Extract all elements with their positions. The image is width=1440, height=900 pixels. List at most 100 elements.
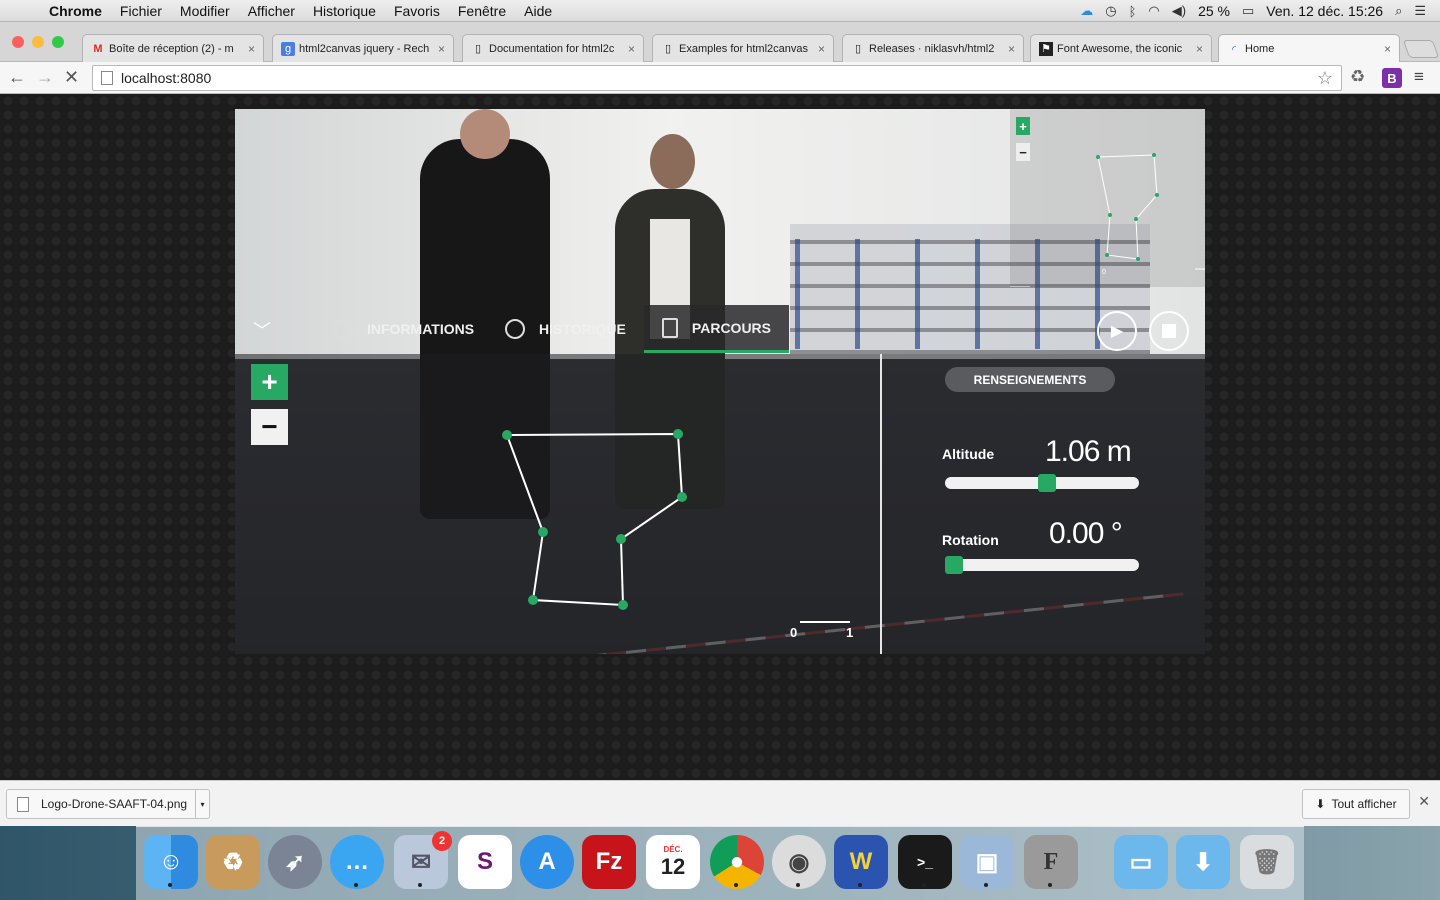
time-machine-icon[interactable]: ◷ xyxy=(1105,3,1116,19)
battery-percent[interactable]: 25 % xyxy=(1198,3,1230,19)
play-button[interactable]: ▶ xyxy=(1097,311,1137,351)
calendar-day: 12 xyxy=(660,853,686,879)
address-bar[interactable]: localhost:8080 ☆ xyxy=(92,65,1342,91)
close-tab-icon[interactable]: × xyxy=(628,42,635,56)
back-icon[interactable]: ← xyxy=(8,67,26,88)
tab-title: Home xyxy=(1245,43,1275,55)
altitude-slider-thumb[interactable] xyxy=(1038,474,1057,492)
maximize-window-button[interactable] xyxy=(52,36,64,48)
show-all-label: Tout afficher xyxy=(1331,797,1397,811)
fontforge-icon[interactable]: F xyxy=(1024,835,1078,889)
download-filename[interactable]: Logo-Drone-SAAFT-04.png xyxy=(41,797,187,811)
app-store-icon[interactable]: A xyxy=(520,835,574,889)
finder-icon[interactable]: ☺ xyxy=(144,835,198,889)
minimize-window-button[interactable] xyxy=(32,36,44,48)
stop-icon xyxy=(1162,324,1176,338)
mail-badge: 2 xyxy=(432,831,452,851)
tab-title: Font Awesome, the iconic xyxy=(1057,42,1183,55)
folder-icon[interactable]: ▭ xyxy=(1114,835,1168,889)
tab-examples[interactable]: ▯ Examples for html2canvas × xyxy=(652,34,834,62)
calendar-icon[interactable]: DÉC. 12 xyxy=(646,835,700,889)
recycle-extension-icon[interactable]: ♻ xyxy=(1350,67,1365,87)
wifi-icon[interactable]: ◠ xyxy=(1148,3,1159,19)
tab-gmail[interactable]: M Boîte de réception (2) - m × xyxy=(82,34,264,62)
archive-icon[interactable]: ♻ xyxy=(206,835,260,889)
bookmark-star-icon[interactable]: ☆ xyxy=(1317,68,1333,89)
new-tab-button[interactable] xyxy=(1402,40,1440,58)
download-menu-arrow-icon[interactable]: ▾ xyxy=(195,790,209,818)
virtualbox-icon[interactable]: ▣ xyxy=(960,835,1014,889)
document-icon: ▯ xyxy=(474,43,482,55)
clock[interactable]: Ven. 12 déc. 15:26 xyxy=(1266,3,1383,19)
sequel-pro-icon[interactable]: ◉ xyxy=(772,835,826,889)
tab-parcours[interactable]: PARCOURS xyxy=(644,305,789,353)
download-arrow-icon: ⬇ xyxy=(1315,797,1326,811)
notification-center-icon[interactable]: ☰ xyxy=(1414,3,1426,19)
trash-icon[interactable]: 🗑 xyxy=(1240,835,1294,889)
close-tab-icon[interactable]: × xyxy=(1008,42,1015,56)
tab-label: HISTORIQUE xyxy=(539,321,626,337)
tab-documentation[interactable]: ▯ Documentation for html2c × xyxy=(462,34,644,62)
close-tab-icon[interactable]: × xyxy=(1196,42,1203,56)
filezilla-icon[interactable]: Fz xyxy=(582,835,636,889)
rotation-slider-thumb[interactable] xyxy=(945,556,963,574)
slack-icon[interactable]: S xyxy=(458,835,512,889)
menu-fenetre[interactable]: Fenêtre xyxy=(449,3,515,19)
rotation-slider[interactable] xyxy=(945,556,1139,574)
download-item[interactable]: Logo-Drone-SAAFT-04.png ▾ xyxy=(6,789,210,819)
mail-icon[interactable]: ✉ 2 xyxy=(394,831,452,889)
window-controls xyxy=(12,36,64,48)
bootstrap-extension-icon[interactable]: B xyxy=(1382,68,1402,88)
rocket-icon[interactable]: ➶ xyxy=(268,835,322,889)
tab-informations[interactable]: INFORMATIONS xyxy=(323,305,484,353)
url-text[interactable]: localhost:8080 xyxy=(121,70,211,86)
chrome-menu-icon[interactable]: ≡ xyxy=(1414,67,1424,87)
menu-favoris[interactable]: Favoris xyxy=(385,3,449,19)
minimap[interactable]: + − 0 xyxy=(1010,109,1205,287)
altitude-slider[interactable] xyxy=(945,474,1139,492)
messages-icon[interactable]: … xyxy=(330,835,384,889)
minimap-scale-label: 0 xyxy=(1102,269,1106,276)
menu-aide[interactable]: Aide xyxy=(515,3,561,19)
tab-title: Boîte de réception (2) - m xyxy=(109,42,234,55)
show-all-downloads-button[interactable]: ⬇ Tout afficher xyxy=(1302,789,1410,819)
mac-menubar: Chrome Fichier Modifier Afficher Histori… xyxy=(0,0,1440,22)
tab-home[interactable]: ◜ Home × xyxy=(1218,34,1400,63)
renseignements-button[interactable]: RENSEIGNEMENTS xyxy=(945,367,1115,392)
tab-historique[interactable]: HISTORIQUE xyxy=(503,305,628,353)
stop-button[interactable] xyxy=(1149,311,1189,351)
altitude-value: 1.06 m xyxy=(1045,435,1132,468)
cloud-icon[interactable]: ☁ xyxy=(1080,3,1093,19)
chevron-down-icon[interactable]: ﹀ xyxy=(253,317,275,341)
tab-google-search[interactable]: g html2canvas jquery - Rech × xyxy=(272,34,454,62)
tab-title: Releases · niklasvh/html2 xyxy=(869,42,995,55)
downloads-icon[interactable]: ⬇ xyxy=(1176,835,1230,889)
panel-divider xyxy=(880,354,882,654)
chrome-icon[interactable]: ● xyxy=(710,835,764,889)
battery-icon[interactable]: ▭ xyxy=(1242,3,1254,19)
route-map[interactable] xyxy=(235,354,880,654)
menu-app-name[interactable]: Chrome xyxy=(40,3,111,19)
close-tab-icon[interactable]: × xyxy=(438,42,445,56)
eclipse-icon[interactable]: W xyxy=(834,835,888,889)
menu-fichier[interactable]: Fichier xyxy=(111,3,171,19)
clock-icon xyxy=(505,319,525,339)
close-window-button[interactable] xyxy=(12,36,24,48)
tab-font-awesome[interactable]: ⚑ Font Awesome, the iconic × xyxy=(1030,34,1212,62)
tab-label: PARCOURS xyxy=(691,319,771,336)
close-download-bar-icon[interactable]: ✕ xyxy=(1418,793,1430,810)
spotlight-icon[interactable]: ⌕ xyxy=(1395,3,1402,19)
menu-afficher[interactable]: Afficher xyxy=(239,3,304,19)
menu-historique[interactable]: Historique xyxy=(304,3,385,19)
tab-label: INFORMATIONS xyxy=(367,321,475,337)
close-tab-icon[interactable]: × xyxy=(818,42,825,56)
close-tab-icon[interactable]: × xyxy=(1384,42,1391,56)
tab-releases[interactable]: ▯ Releases · niklasvh/html2 × xyxy=(842,34,1024,62)
terminal-icon[interactable]: >_ xyxy=(898,835,952,889)
bluetooth-icon[interactable]: ᛒ xyxy=(1129,4,1137,19)
forward-icon[interactable]: → xyxy=(36,67,54,88)
stop-icon[interactable]: ✕ xyxy=(64,67,79,88)
volume-icon[interactable]: ◀) xyxy=(1172,3,1186,19)
menu-modifier[interactable]: Modifier xyxy=(171,3,239,19)
close-tab-icon[interactable]: × xyxy=(248,42,255,56)
